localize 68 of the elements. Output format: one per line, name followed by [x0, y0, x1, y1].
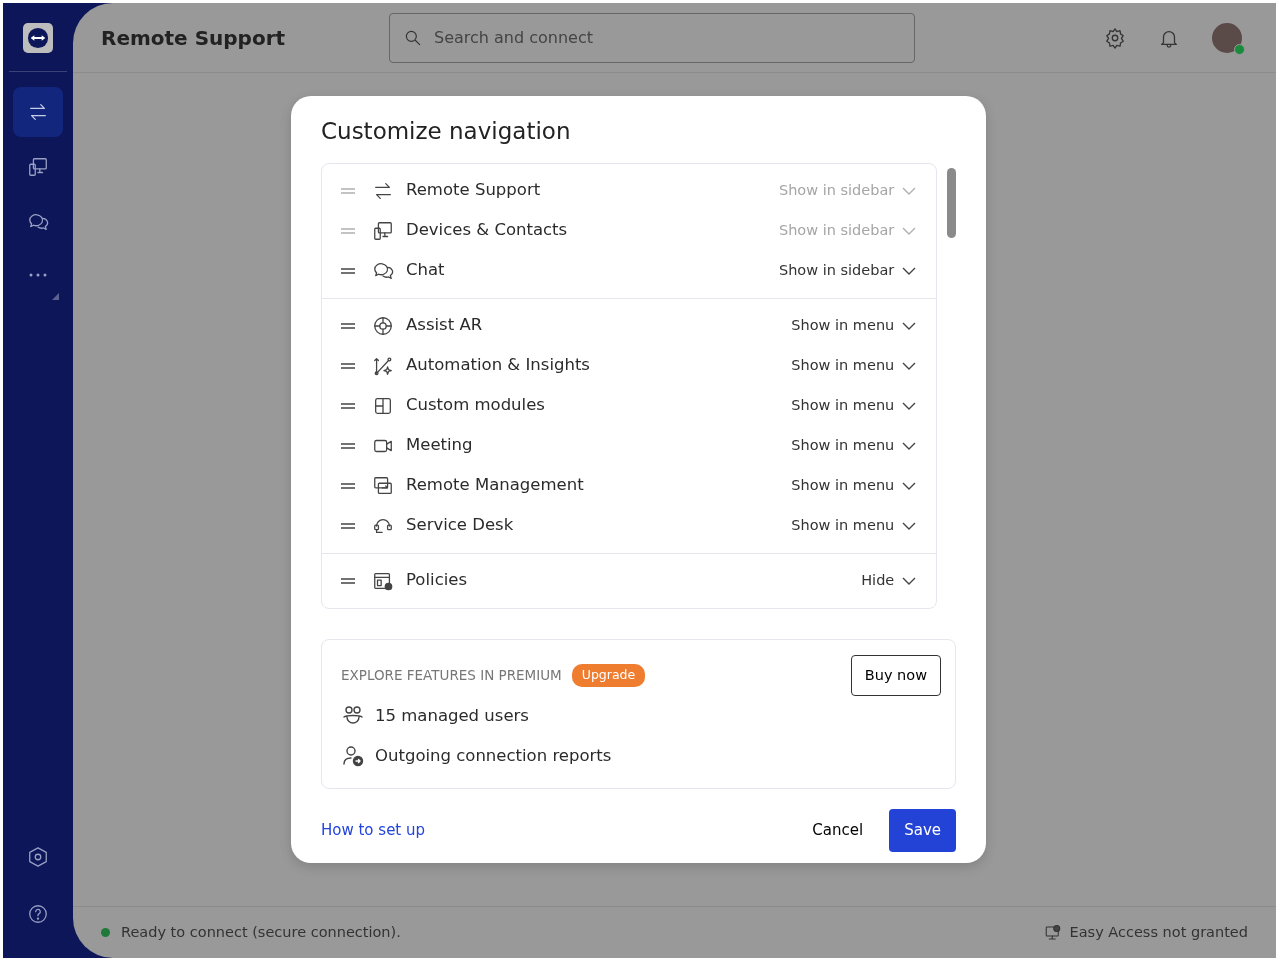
premium-heading: EXPLORE FEATURES IN PREMIUM — [341, 666, 562, 686]
aperture-icon — [372, 314, 394, 337]
drag-handle-icon[interactable] — [340, 267, 356, 274]
avatar[interactable] — [1212, 22, 1242, 53]
user-arrow-icon — [341, 744, 365, 769]
item-label: Meeting — [406, 434, 473, 457]
scrollbar-thumb[interactable] — [947, 167, 956, 238]
visibility-dropdown[interactable]: Show in menu — [791, 514, 917, 537]
visibility-dropdown[interactable]: Show in menu — [791, 314, 917, 337]
drag-handle-icon — [340, 227, 356, 234]
item-label: Service Desk — [406, 514, 514, 537]
item-label: Remote Support — [406, 179, 541, 202]
drag-handle-icon[interactable] — [340, 577, 356, 584]
devices-icon — [27, 156, 49, 178]
visibility-dropdown[interactable]: Show in menu — [791, 394, 917, 417]
item-label: Devices & Contacts — [406, 219, 568, 242]
help-icon — [27, 902, 49, 925]
dialog-title: Customize navigation — [321, 118, 572, 146]
chevron-down-icon — [902, 481, 917, 490]
visibility-dropdown[interactable]: Show in menu — [791, 354, 917, 377]
visibility-dropdown[interactable]: Show in menu — [791, 434, 917, 457]
item-label: Assist AR — [406, 314, 483, 337]
chat-icon — [27, 211, 49, 233]
chevron-down-icon — [902, 401, 917, 410]
corner-icon — [52, 293, 59, 300]
devices-icon — [372, 219, 394, 242]
upgrade-badge: Upgrade — [571, 664, 646, 687]
drag-handle-icon[interactable] — [340, 442, 356, 449]
item-label: Chat — [406, 259, 445, 282]
app-logo — [23, 23, 53, 53]
screens-icon — [372, 474, 394, 497]
drag-handle-icon[interactable] — [340, 322, 356, 329]
item-label: Remote Management — [406, 474, 584, 497]
chevron-down-icon — [902, 226, 917, 235]
cancel-button[interactable]: Cancel — [798, 809, 878, 852]
chevron-down-icon — [902, 521, 917, 530]
buy-now-button[interactable]: Buy now — [850, 654, 941, 697]
search-field[interactable]: Search and connect — [389, 12, 915, 63]
visibility-dropdown: Show in sidebar — [778, 179, 917, 202]
settings-hexagon-icon — [27, 845, 49, 868]
item-label: Custom modules — [406, 394, 545, 417]
chevron-down-icon — [902, 266, 917, 275]
drag-handle-icon[interactable] — [340, 362, 356, 369]
help-link[interactable]: How to set up — [321, 819, 426, 842]
feature-text: Outgoing connection reports — [375, 744, 612, 767]
drag-handle-icon[interactable] — [340, 482, 356, 489]
visibility-dropdown: Show in sidebar — [778, 219, 917, 242]
status-message: Ready to connect (secure connection). — [121, 922, 401, 942]
drag-handle-icon[interactable] — [340, 522, 356, 529]
chevron-down-icon — [902, 321, 917, 330]
transfer-arrows-icon — [27, 101, 49, 123]
chevron-down-icon — [902, 441, 917, 450]
feature-text: 15 managed users — [375, 704, 529, 727]
visibility-dropdown[interactable]: Show in menu — [791, 474, 917, 497]
page-title: Remote Support — [101, 25, 287, 50]
visibility-dropdown[interactable]: Hide — [861, 569, 917, 592]
settings-icon — [1104, 26, 1126, 49]
item-label: Policies — [406, 569, 468, 592]
save-button[interactable]: Save — [889, 809, 956, 852]
chevron-down-icon — [902, 186, 917, 195]
more-icon[interactable] — [29, 273, 47, 277]
visibility-dropdown[interactable]: Show in sidebar — [778, 259, 917, 282]
drag-handle-icon[interactable] — [340, 402, 356, 409]
chevron-down-icon — [902, 576, 917, 585]
easy-access-status: Easy Access not granted — [1069, 922, 1248, 942]
drag-handle-icon — [340, 187, 356, 194]
item-label: Automation & Insights — [406, 354, 590, 377]
chevron-down-icon — [902, 361, 917, 370]
